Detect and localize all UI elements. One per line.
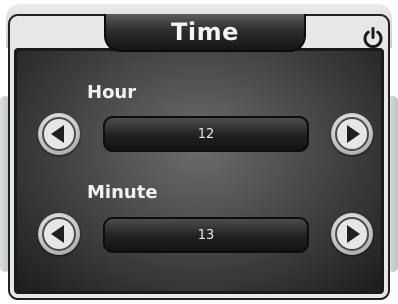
- arrow-right-icon: [347, 125, 360, 143]
- minute-value-field[interactable]: 13: [103, 217, 309, 253]
- hour-value: 12: [197, 126, 215, 142]
- arrow-left-icon: [51, 125, 64, 143]
- minute-label: Minute: [87, 182, 158, 203]
- minute-value: 13: [197, 227, 215, 243]
- page-title: Time: [171, 18, 239, 46]
- time-settings-window: Time Hour 12 Minute 13: [0, 0, 398, 304]
- hour-increment-button[interactable]: [331, 113, 373, 155]
- hour-label: Hour: [87, 82, 137, 103]
- hour-value-field[interactable]: 12: [103, 116, 309, 152]
- settings-panel: [14, 48, 384, 294]
- power-icon[interactable]: [360, 25, 386, 51]
- hour-decrement-button[interactable]: [38, 113, 80, 155]
- arrow-right-icon: [347, 225, 360, 243]
- title-tab: Time: [104, 14, 306, 52]
- arrow-left-icon: [51, 225, 64, 243]
- minute-increment-button[interactable]: [331, 213, 373, 255]
- minute-decrement-button[interactable]: [38, 213, 80, 255]
